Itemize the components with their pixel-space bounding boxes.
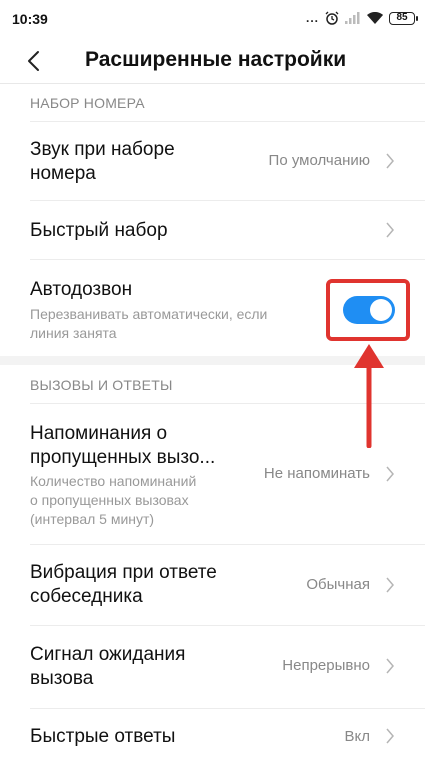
setting-dial-sound[interactable]: Звук при наборе номера По умолчанию [0,122,425,200]
status-time: 10:39 [12,11,48,27]
app-header: Расширенные настройки [0,40,425,84]
section-title-dialing: НАБОР НОМЕРА [30,95,145,111]
setting-description-cont: о пропущенных вызовах [30,492,189,508]
setting-title: Звук при наборе [30,139,175,160]
setting-title-cont: пропущенных вызо... [30,447,216,468]
setting-value: Непрерывно [282,657,370,674]
setting-value: Обычная [306,576,370,593]
chevron-right-icon [386,728,394,744]
chevron-left-icon[interactable] [24,50,46,72]
setting-call-waiting[interactable]: Сигнал ожидания вызова Непрерывно [0,626,425,708]
chevron-right-icon [386,222,394,238]
status-icons: ... 85 [305,11,418,25]
status-bar: 10:39 ... 85 [0,0,425,40]
setting-description-cont: линия занята [30,325,117,341]
setting-title-cont: вызова [30,668,94,689]
setting-title: Сигнал ожидания [30,644,186,665]
annotation-arrow [354,344,384,448]
setting-description-cont: (интервал 5 минут) [30,511,155,527]
page-title: Расширенные настройки [85,48,347,71]
setting-title-cont: номера [30,163,96,184]
setting-title: Напоминания о [30,423,168,444]
setting-value: Не напоминать [263,465,370,482]
wifi-icon [367,12,383,24]
alarm-icon [325,11,339,25]
setting-value: По умолчанию [268,152,370,169]
setting-quick-dial[interactable]: Быстрый набор [0,201,425,259]
signal-icon [345,12,360,24]
chevron-right-icon [386,577,394,593]
setting-description: Количество напоминаний [30,473,197,489]
setting-title: Быстрые ответы [30,726,176,747]
more-dots-icon: ... [305,11,319,25]
chevron-right-icon [386,466,394,482]
section-title-calls: ВЫЗОВЫ И ОТВЕТЫ [30,377,173,393]
setting-quick-replies[interactable]: Быстрые ответы Вкл [0,709,425,773]
setting-title: Быстрый набор [30,220,168,241]
setting-title-cont: собеседника [30,586,143,607]
setting-description: Перезванивать автоматически, если [30,306,268,322]
battery-icon: 85 [389,11,418,25]
setting-value: Вкл [344,728,371,745]
chevron-right-icon [386,153,394,169]
setting-vibration[interactable]: Вибрация при ответе собеседника Обычная [0,545,425,625]
chevron-right-icon [386,658,394,674]
setting-title: Вибрация при ответе [30,562,217,583]
setting-title: Автодозвон [30,279,133,300]
annotation-highlight-box [326,279,410,341]
